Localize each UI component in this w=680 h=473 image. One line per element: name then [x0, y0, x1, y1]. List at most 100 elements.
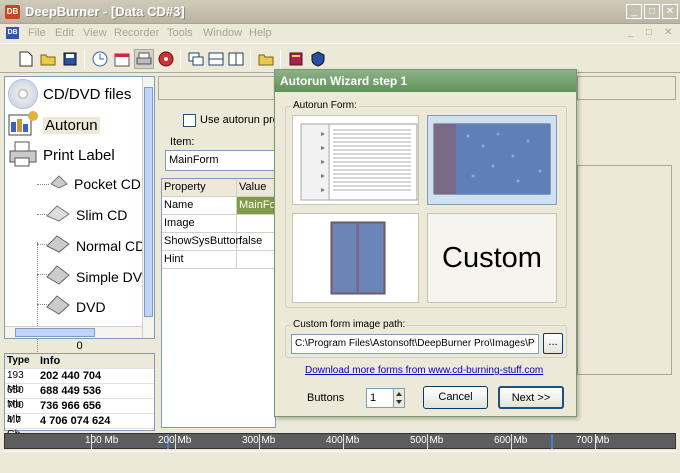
table-header: Type Info	[5, 354, 154, 369]
main-header-strip	[158, 76, 278, 100]
mdi-minimize-button[interactable]: _	[628, 27, 634, 38]
print-icon[interactable]	[134, 49, 154, 69]
property-row[interactable]: Hint	[162, 251, 275, 269]
ruler-label: 100 Mb	[85, 435, 119, 446]
cell-type: 650 Mb	[7, 385, 24, 410]
windows-cascade-icon[interactable]	[186, 49, 206, 69]
properties-header: Property Value	[162, 179, 275, 197]
main-header-strip-right	[577, 76, 676, 100]
buttons-spinner[interactable]	[393, 388, 405, 408]
menu-edit[interactable]: Edit	[55, 27, 74, 39]
table-row[interactable]: 193 Mb 202 440 704	[5, 369, 154, 395]
form-template-textured[interactable]	[427, 115, 557, 205]
custom-image-path-field[interactable]: C:\Program Files\Astonsoft\DeepBurner Pr…	[291, 334, 539, 354]
properties-grid: Property Value Name MainFo Image ShowSys…	[161, 178, 276, 428]
menu-window[interactable]: Window	[203, 27, 242, 39]
menu-recorder[interactable]: Recorder	[114, 27, 159, 39]
property-row[interactable]: Name MainFo	[162, 197, 275, 215]
tree-item-label: Autorun	[43, 117, 100, 134]
browse-button[interactable]: ...	[543, 333, 563, 354]
property-row[interactable]: ShowSysButton false	[162, 233, 275, 251]
property-value[interactable]	[237, 251, 275, 268]
status-bar	[0, 451, 680, 473]
ruler-label: 600 Mb	[494, 435, 528, 446]
form-template-custom[interactable]: Custom	[427, 213, 557, 303]
app-logo-icon: DB	[5, 5, 20, 19]
tree-horizontal-scrollbar[interactable]	[5, 326, 142, 338]
menu-file[interactable]: File	[28, 27, 46, 39]
tree-item-normal-cd[interactable]: Normal CD	[45, 234, 145, 257]
menu-tools[interactable]: Tools	[167, 27, 193, 39]
custom-tile-label: Custom	[442, 242, 542, 274]
tree-item-label: Slim CD	[76, 206, 128, 223]
maximize-button[interactable]: □	[644, 4, 660, 19]
save-icon[interactable]	[60, 49, 80, 69]
cell-info: 736 966 656	[40, 400, 102, 412]
buttons-label: Buttons	[307, 392, 345, 404]
printer-icon	[8, 140, 38, 171]
table-row[interactable]: 650 Mb 688 449 536	[5, 384, 154, 410]
buttons-count-field[interactable]: 1	[366, 388, 394, 408]
help-book-icon[interactable]	[286, 49, 306, 69]
download-forms-link[interactable]: Download more forms from www.cd-burning-…	[305, 365, 543, 376]
document-icon[interactable]: DB	[6, 27, 19, 39]
property-value[interactable]: false	[237, 233, 275, 250]
new-icon[interactable]	[16, 49, 36, 69]
open-icon[interactable]	[38, 49, 58, 69]
path-label: Custom form image path:	[291, 319, 408, 330]
property-key: Name	[162, 197, 237, 214]
mdi-close-button[interactable]: ✕	[664, 27, 672, 38]
tree-item-label: CD/DVD files	[43, 85, 132, 103]
menu-view[interactable]: View	[83, 27, 107, 39]
form-template-two-panel[interactable]	[292, 213, 419, 303]
windows-tile-v-icon[interactable]	[226, 49, 246, 69]
cell-type: 4.7 Gb	[7, 415, 21, 440]
autorun-form-label: Autorun Form:	[291, 100, 359, 111]
ruler-label: 300 Mb	[242, 435, 276, 446]
tree-item-pocket-cd[interactable]: Pocket CD	[49, 174, 141, 193]
tree-vertical-scrollbar[interactable]	[142, 77, 154, 338]
tree-item-dvd[interactable]: DVD	[45, 294, 106, 319]
calendar-icon[interactable]	[112, 49, 132, 69]
form-template-lines[interactable]	[292, 115, 419, 205]
capacity-marker	[551, 434, 553, 449]
preview-frame	[577, 165, 672, 375]
tree-item-autorun[interactable]: Autorun	[8, 110, 100, 141]
property-row[interactable]: Image	[162, 215, 275, 233]
close-button[interactable]: ✕	[662, 4, 678, 19]
cancel-button[interactable]: Cancel	[423, 386, 488, 409]
column-header-property: Property	[162, 179, 237, 196]
table-row[interactable]: 4.7 Gb 4 706 074 624	[5, 414, 154, 440]
property-value[interactable]	[237, 215, 275, 232]
disc-case-icon	[49, 174, 69, 193]
windows-tile-h-icon[interactable]	[206, 49, 226, 69]
tree-item-slim-cd[interactable]: Slim CD	[45, 204, 127, 225]
tree-item-print-label[interactable]: Print Label	[8, 140, 115, 171]
shield-icon[interactable]	[308, 49, 328, 69]
minimize-button[interactable]: _	[626, 4, 642, 19]
mdi-restore-button[interactable]: □	[646, 27, 652, 38]
disc-case-icon	[45, 264, 71, 289]
title-bar: DB DeepBurner - [Data CD#3] _ □ ✕	[0, 0, 680, 24]
tree-item-label: Normal CD	[76, 237, 146, 254]
tree-item-label: Simple DVD	[76, 268, 153, 285]
tree-footer-value: 0	[76, 340, 83, 352]
item-label: Item:	[170, 136, 195, 148]
burn-icon[interactable]	[156, 49, 176, 69]
table-row[interactable]: 700 Mb 736 966 656	[5, 399, 154, 425]
ruler-label: 400 Mb	[326, 435, 360, 446]
property-key: ShowSysButton	[162, 233, 242, 250]
property-key: Image	[162, 215, 237, 232]
column-header-type: Type	[7, 355, 30, 366]
disc-size-table: Type Info 193 Mb 202 440 704 650 Mb 688 …	[4, 353, 155, 440]
ruler-label: 700 Mb	[576, 435, 610, 446]
folder-icon[interactable]	[256, 49, 276, 69]
menu-help[interactable]: Help	[249, 27, 272, 39]
tree-item-simple-dvd[interactable]: Simple DVD	[45, 264, 152, 289]
clock-icon[interactable]	[90, 49, 110, 69]
use-autorun-checkbox[interactable]	[183, 114, 196, 127]
property-value[interactable]: MainFo	[237, 197, 275, 214]
item-field[interactable]: MainForm	[165, 150, 276, 171]
next-button[interactable]: Next >>	[498, 386, 564, 409]
tree-item-cd-dvd-files[interactable]: CD/DVD files	[8, 79, 131, 109]
